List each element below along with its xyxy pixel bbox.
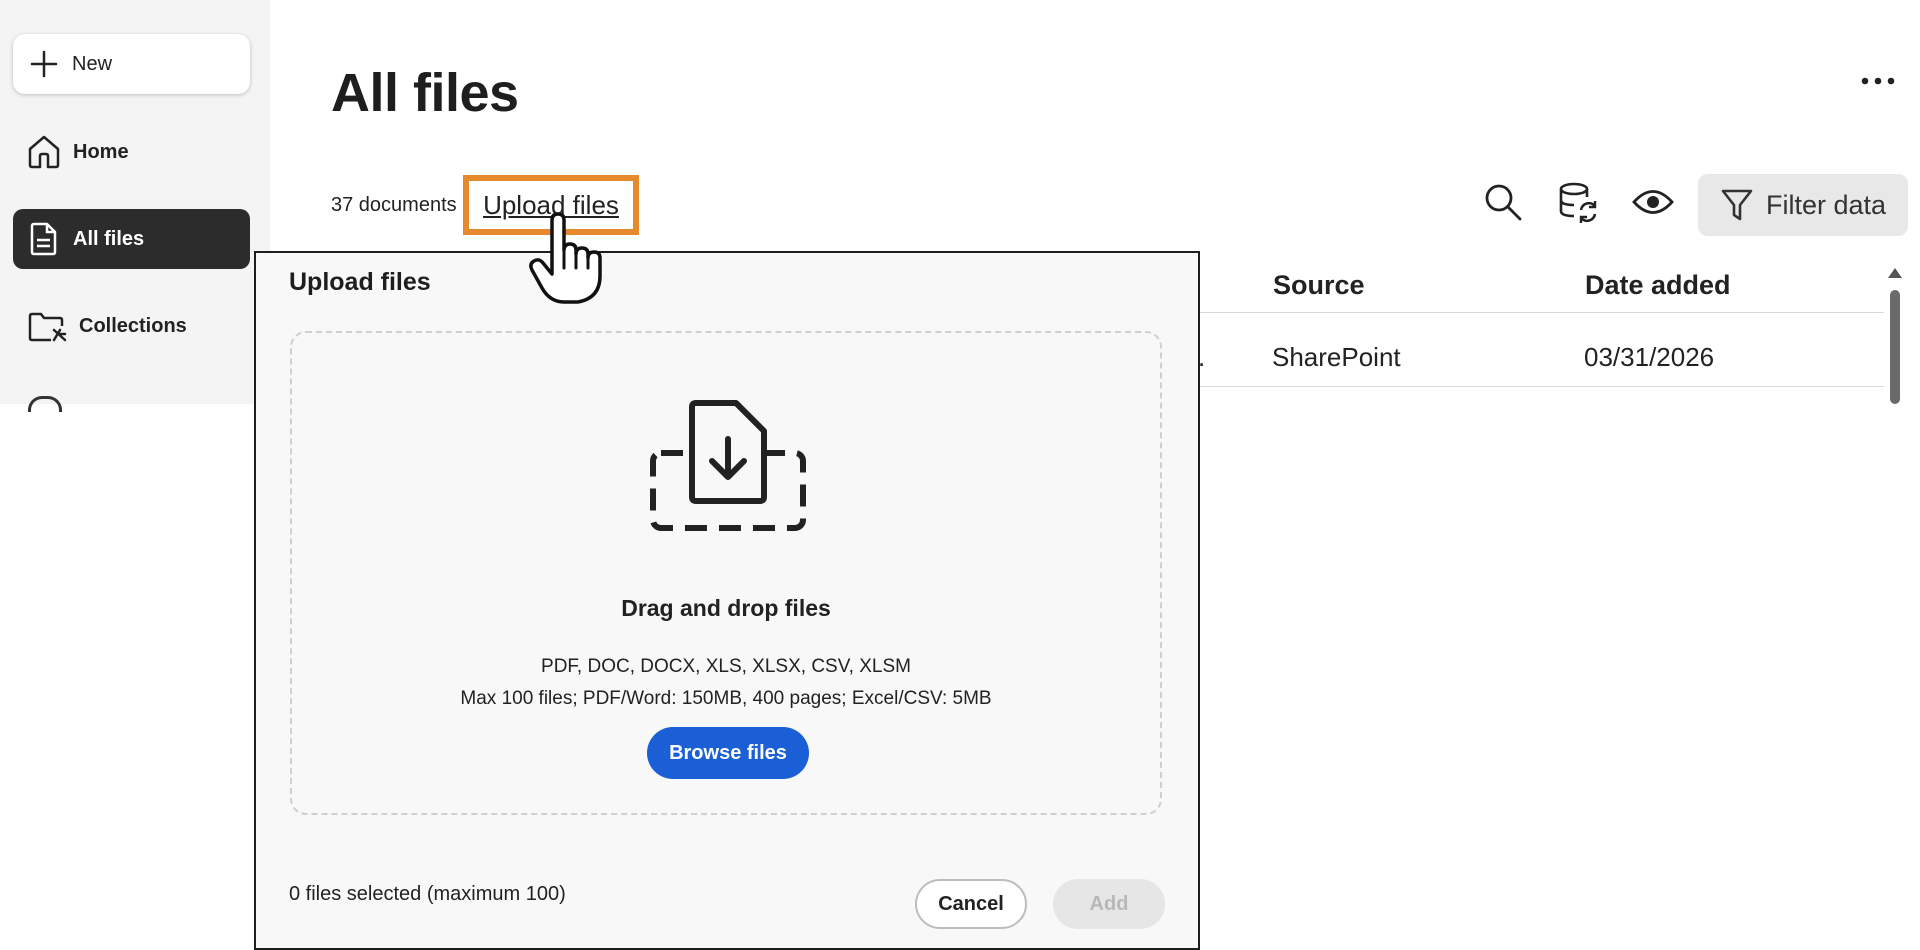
- column-header-date-added[interactable]: Date added: [1585, 270, 1731, 301]
- sidebar: New Home All files Collections: [0, 0, 270, 412]
- sidebar-item-label: All files: [73, 227, 145, 250]
- new-button[interactable]: New: [13, 34, 250, 94]
- more-horizontal-icon: [1861, 77, 1895, 85]
- upload-files-dialog: Upload files Drag and drop files PDF, DO…: [254, 251, 1200, 950]
- search-button[interactable]: [1481, 180, 1525, 224]
- sidebar-item-all-files[interactable]: All files: [13, 209, 250, 269]
- upload-limits: Max 100 files; PDF/Word: 150MB, 400 page…: [460, 688, 992, 709]
- header-divider: [1196, 312, 1884, 313]
- sidebar-item-label: Collections: [79, 314, 187, 337]
- dialog-title: Upload files: [289, 268, 431, 296]
- home-icon: [28, 135, 60, 169]
- table-cell-date-added: 03/31/2026: [1584, 342, 1715, 372]
- search-icon: [1485, 184, 1522, 221]
- table-cell-source: SharePoint: [1272, 342, 1401, 372]
- file-download-icon: [650, 400, 806, 531]
- eye-icon: [1632, 190, 1674, 214]
- browse-files-button[interactable]: Browse files: [647, 727, 809, 779]
- sidebar-item-collections[interactable]: Collections: [13, 296, 250, 356]
- filter-data-button[interactable]: Filter data: [1698, 174, 1908, 236]
- filter-icon: [1721, 189, 1753, 221]
- partial-nav-icon: [28, 396, 62, 412]
- column-header-source[interactable]: Source: [1273, 270, 1365, 301]
- filter-data-label: Filter data: [1766, 189, 1887, 220]
- selected-files-count: 0 files selected (maximum 100): [289, 883, 566, 905]
- page-title: All files: [331, 63, 519, 123]
- database-sync-icon: [1559, 182, 1597, 223]
- more-options-button[interactable]: [1860, 66, 1896, 96]
- new-button-label: New: [72, 52, 113, 75]
- plus-icon: [30, 50, 58, 78]
- scroll-up-arrow[interactable]: [1888, 268, 1902, 278]
- dropzone-title: Drag and drop files: [621, 595, 831, 621]
- sidebar-item-home[interactable]: Home: [13, 122, 250, 182]
- cancel-button[interactable]: Cancel: [915, 879, 1027, 929]
- scrollbar-thumb[interactable]: [1890, 290, 1900, 404]
- hand-pointer-cursor-icon: [529, 212, 602, 304]
- preview-button[interactable]: [1631, 180, 1675, 224]
- folder-collection-icon: [28, 312, 67, 342]
- add-button[interactable]: Add: [1053, 879, 1165, 929]
- sidebar-item-label: Home: [73, 140, 129, 163]
- supported-file-types: PDF, DOC, DOCX, XLS, XLSX, CSV, XLSM: [541, 656, 911, 677]
- document-icon: [30, 222, 57, 256]
- drop-zone[interactable]: Drag and drop files PDF, DOC, DOCX, XLS,…: [290, 331, 1162, 815]
- data-sync-button[interactable]: [1556, 180, 1600, 224]
- row-divider: [1196, 386, 1884, 387]
- document-count: 37 documents: [331, 194, 457, 216]
